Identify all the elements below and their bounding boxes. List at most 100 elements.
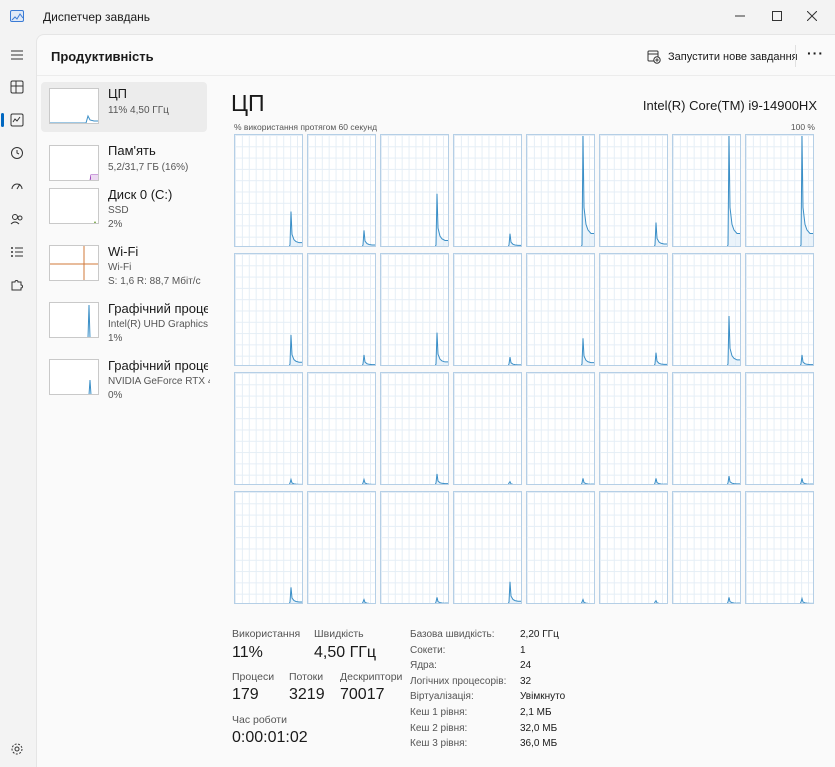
usage-line [288, 477, 302, 484]
resource-detail-2: 2% [108, 219, 123, 230]
nav-users[interactable] [6, 208, 28, 230]
resource-detail-2: 0% [108, 390, 123, 401]
usage-label: Використання [232, 628, 301, 640]
spec-value: 1 [520, 645, 526, 656]
usage-area [654, 222, 667, 246]
usage-area [362, 479, 368, 484]
spec-label: Логічних процесорів: [410, 676, 507, 687]
spec-label: Кеш 3 рівня: [410, 738, 468, 749]
resource-gpu-1[interactable]: Графічний процесор 1 NVIDIA GeForce RTX … [41, 357, 210, 407]
spec-label: Віртуалізація: [410, 691, 474, 702]
resource-detail: NVIDIA GeForce RTX 4060 Laptop GPU [108, 376, 210, 387]
nav-startup-apps[interactable] [6, 175, 28, 197]
more-options-button[interactable]: ··· [807, 45, 824, 61]
cpu-model: Intel(R) Core(TM) i9-14900HX [642, 98, 817, 113]
threads-value: 3219 [289, 686, 325, 703]
resource-detail: 5,2/31,7 ГБ (16%) [108, 162, 189, 173]
threads-label: Потоки [289, 671, 324, 683]
users-icon [10, 214, 23, 225]
usage-area [508, 233, 521, 246]
usage-line [653, 599, 662, 603]
logical-processor-graph [526, 134, 595, 247]
logical-processor-graph [307, 372, 376, 485]
resource-detail: Wi-Fi [108, 262, 132, 273]
logical-processor-graph [599, 372, 668, 485]
uptime-label: Час роботи [232, 714, 287, 726]
close-button[interactable] [789, 0, 835, 32]
logical-processor-graph [526, 253, 595, 366]
navigation-rail [0, 34, 34, 767]
nav-details[interactable] [6, 241, 28, 263]
nav-app-history[interactable] [6, 142, 28, 164]
uptime-value: 0:00:01:02 [232, 729, 308, 746]
details-list-icon [11, 247, 23, 257]
usage-area [435, 473, 448, 484]
gpu1-thumbnail [49, 359, 99, 395]
processes-label: Процеси [232, 671, 275, 683]
spec-label: Базова швидкість: [410, 629, 495, 640]
usage-line [507, 480, 516, 484]
nav-services[interactable] [6, 274, 28, 296]
usage-area [727, 316, 740, 365]
usage-area [581, 338, 594, 365]
logical-processor-graph [745, 253, 814, 366]
services-puzzle-icon [11, 280, 23, 291]
usage-area [508, 581, 521, 603]
usage-area [581, 136, 594, 246]
logical-processor-graph [672, 134, 741, 247]
nav-performance[interactable] [1, 109, 28, 131]
graph-caption: % використання протягом 60 секунд [234, 122, 378, 132]
resource-detail: SSD [108, 205, 129, 216]
usage-area [362, 354, 375, 365]
usage-line [653, 478, 667, 484]
usage-area [654, 352, 667, 365]
resource-name: Wi-Fi [108, 244, 139, 259]
usage-area [727, 476, 740, 484]
title-bar: Диспетчер завдань [0, 0, 835, 34]
resource-cpu[interactable]: ЦП 11% 4,50 ГГц [41, 82, 207, 132]
resource-memory[interactable]: Пам'ять 5,2/31,7 ГБ (16%) [41, 139, 207, 189]
usage-area [581, 599, 586, 603]
graph-max-label: 100 % [790, 122, 815, 132]
speed-label: Швидкість [314, 628, 364, 640]
resource-name: ЦП [108, 86, 127, 101]
usage-area [289, 587, 302, 603]
spec-value: 2,1 МБ [520, 707, 552, 718]
nav-settings[interactable] [6, 738, 28, 760]
speed-value: 4,50 ГГц [314, 644, 377, 661]
logical-processor-graph [453, 491, 522, 604]
nav-processes[interactable] [6, 76, 28, 98]
usage-area [289, 479, 295, 484]
header-divider [37, 75, 835, 76]
resource-wifi[interactable]: Wi-Fi Wi-Fi S: 1,6 R: 88,7 Мбіт/с [41, 243, 207, 293]
usage-area [362, 230, 375, 246]
usage-line [726, 597, 740, 603]
usage-line [361, 598, 375, 603]
close-icon [807, 11, 817, 21]
usage-area [435, 332, 448, 365]
resource-name: Пам'ять [108, 143, 156, 158]
run-task-label: Запустити нове завдання [668, 51, 798, 63]
usage-line [580, 598, 594, 603]
resource-detail: 11% 4,50 ГГц [108, 105, 169, 116]
usage-area [800, 136, 813, 246]
resource-disk[interactable]: Диск 0 (C:) SSD 2% [41, 186, 207, 236]
hamburger-menu-button[interactable] [6, 44, 28, 66]
usage-line [799, 478, 813, 484]
startup-gauge-icon [11, 183, 23, 190]
spec-value: 24 [520, 660, 532, 671]
maximize-icon [772, 11, 782, 21]
wifi-thumbnail [49, 245, 99, 281]
main-panel: Продуктивність Запустити нове завдання ·… [36, 34, 835, 767]
resource-gpu-0[interactable]: Графічний процесор 0 Intel(R) UHD Graphi… [41, 300, 208, 350]
logical-processor-graph [526, 491, 595, 604]
usage-line [799, 596, 813, 603]
detail-title: ЦП [231, 90, 265, 116]
logical-processor-graph [453, 372, 522, 485]
run-new-task-button[interactable]: Запустити нове завдання [647, 47, 798, 67]
usage-value: 11% [232, 644, 263, 661]
gpu0-thumbnail [49, 302, 99, 338]
minimize-icon [735, 15, 745, 17]
logical-processor-graph [380, 372, 449, 485]
logical-processor-graph [307, 134, 376, 247]
